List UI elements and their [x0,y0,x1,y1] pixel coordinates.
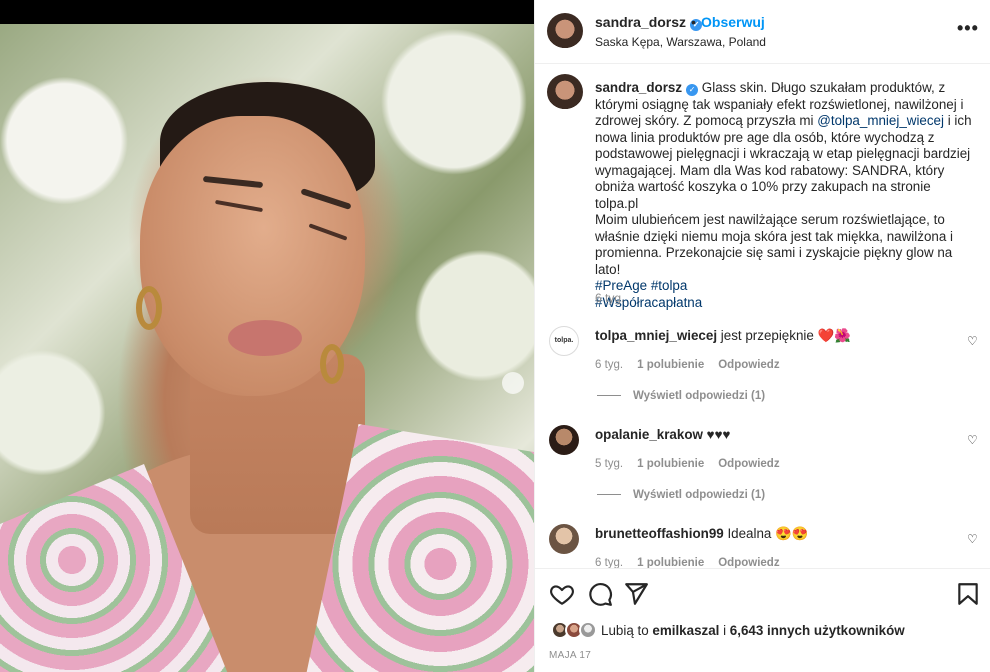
commenter-avatar[interactable]: tolpa. [549,326,579,356]
comment-meta: 5 tyg. 1 polubienie Odpowiedz [595,458,794,470]
comment-time: 5 tyg. [595,458,624,470]
like-comment-heart-icon[interactable]: ♡ [967,532,978,546]
photo-top-bar [0,0,534,24]
liker-avatar[interactable] [579,621,597,639]
likes-user-link[interactable]: emilkaszal [652,623,719,638]
view-replies-label[interactable]: Wyświetl odpowiedzi (1) [633,390,765,402]
post-date[interactable]: MAJA 17 [549,650,591,661]
like-comment-heart-icon[interactable]: ♡ [967,433,978,447]
post-location[interactable]: Saska Kępa, Warszawa, Poland [595,35,766,49]
caption-age: 6 tyg. [595,291,625,305]
comment-likes-link[interactable]: 1 polubienie [637,458,704,470]
caption-text-3: Moim ulubieńcem jest nawilżające serum r… [595,212,953,277]
post-photo[interactable] [0,24,534,672]
comment-icon[interactable] [587,581,613,607]
header-separator: • [691,14,696,30]
carousel-indicator[interactable] [502,372,524,394]
view-replies-button[interactable]: Wyświetl odpowiedzi (1) [597,489,765,501]
author-avatar[interactable] [547,13,583,49]
share-icon[interactable] [623,581,649,607]
post-actions-bar: Lubią to emilkaszal i 6,643 innych użytk… [535,568,990,672]
likes-count-link[interactable]: 6,643 innych użytkowników [730,623,905,638]
likes-summary: Lubią to emilkaszal i 6,643 innych użytk… [601,623,905,638]
post-side-panel: sandra_dorsz ✓ • Obserwuj Saska Kępa, War… [534,0,990,672]
photo-shape-earring [136,286,162,330]
caption-username[interactable]: sandra_dorsz [595,80,682,95]
save-bookmark-icon[interactable] [955,581,981,607]
comment-text: Idealna [723,526,776,541]
comment-item: brunetteoffashion99 Idealna 😍😍 ♡ 6 tyg. 1… [535,524,990,568]
comment-text: jest przepięknie [717,328,818,343]
likes-prefix: Lubią to [601,623,653,638]
comment-reply-button[interactable]: Odpowiedz [718,359,779,371]
commenter-username[interactable]: tolpa_mniej_wiecej [595,328,717,343]
view-replies-button[interactable]: Wyświetl odpowiedzi (1) [597,390,765,402]
commenter-username[interactable]: opalanie_krakow [595,427,703,442]
author-username-text[interactable]: sandra_dorsz [595,14,686,30]
commenter-avatar[interactable] [549,425,579,455]
photo-shape-earring [320,344,344,384]
comment-text: ♥♥♥ [702,427,731,442]
photo-shape-lips [228,320,302,356]
author-username[interactable]: sandra_dorsz ✓ [595,14,703,31]
comment-meta: 6 tyg. 1 polubienie Odpowiedz [595,557,794,568]
view-replies-label[interactable]: Wyświetl odpowiedzi (1) [633,489,765,501]
caption-mention-link[interactable]: @tolpa_mniej_wiecej [817,113,944,128]
comment-time: 6 tyg. [595,359,624,371]
post-caption: sandra_dorsz ✓ Glass skin. Długo szukałam… [595,80,973,311]
like-heart-icon[interactable] [549,581,575,607]
comment-likes-link[interactable]: 1 polubienie [637,557,704,568]
comment-likes-link[interactable]: 1 polubienie [637,359,704,371]
comment-emoji: 😍😍 [775,526,809,541]
post-header: sandra_dorsz ✓ • Obserwuj Saska Kępa, War… [535,0,990,64]
commenter-username[interactable]: brunetteoffashion99 [595,526,724,541]
caption-author-avatar[interactable] [547,74,583,110]
comment-body: opalanie_krakow ♥♥♥ [595,427,731,442]
comment-reply-button[interactable]: Odpowiedz [718,458,779,470]
comment-emoji: ❤️🌺 [817,328,851,343]
comment-time: 6 tyg. [595,557,624,568]
verified-badge-icon: ✓ [686,84,699,96]
like-comment-heart-icon[interactable]: ♡ [967,334,978,348]
comment-meta: 6 tyg. 1 polubienie Odpowiedz [595,359,794,371]
more-options-icon[interactable]: ••• [957,18,979,39]
comment-reply-button[interactable]: Odpowiedz [718,557,779,568]
comment-body: tolpa_mniej_wiecej jest przepięknie ❤️🌺 [595,328,851,344]
likes-mid: i [719,623,730,638]
follow-button[interactable]: Obserwuj [701,14,765,30]
commenter-avatar[interactable] [549,524,579,554]
replies-divider [597,395,621,397]
comment-body: brunetteoffashion99 Idealna 😍😍 [595,526,808,542]
replies-divider [597,494,621,496]
